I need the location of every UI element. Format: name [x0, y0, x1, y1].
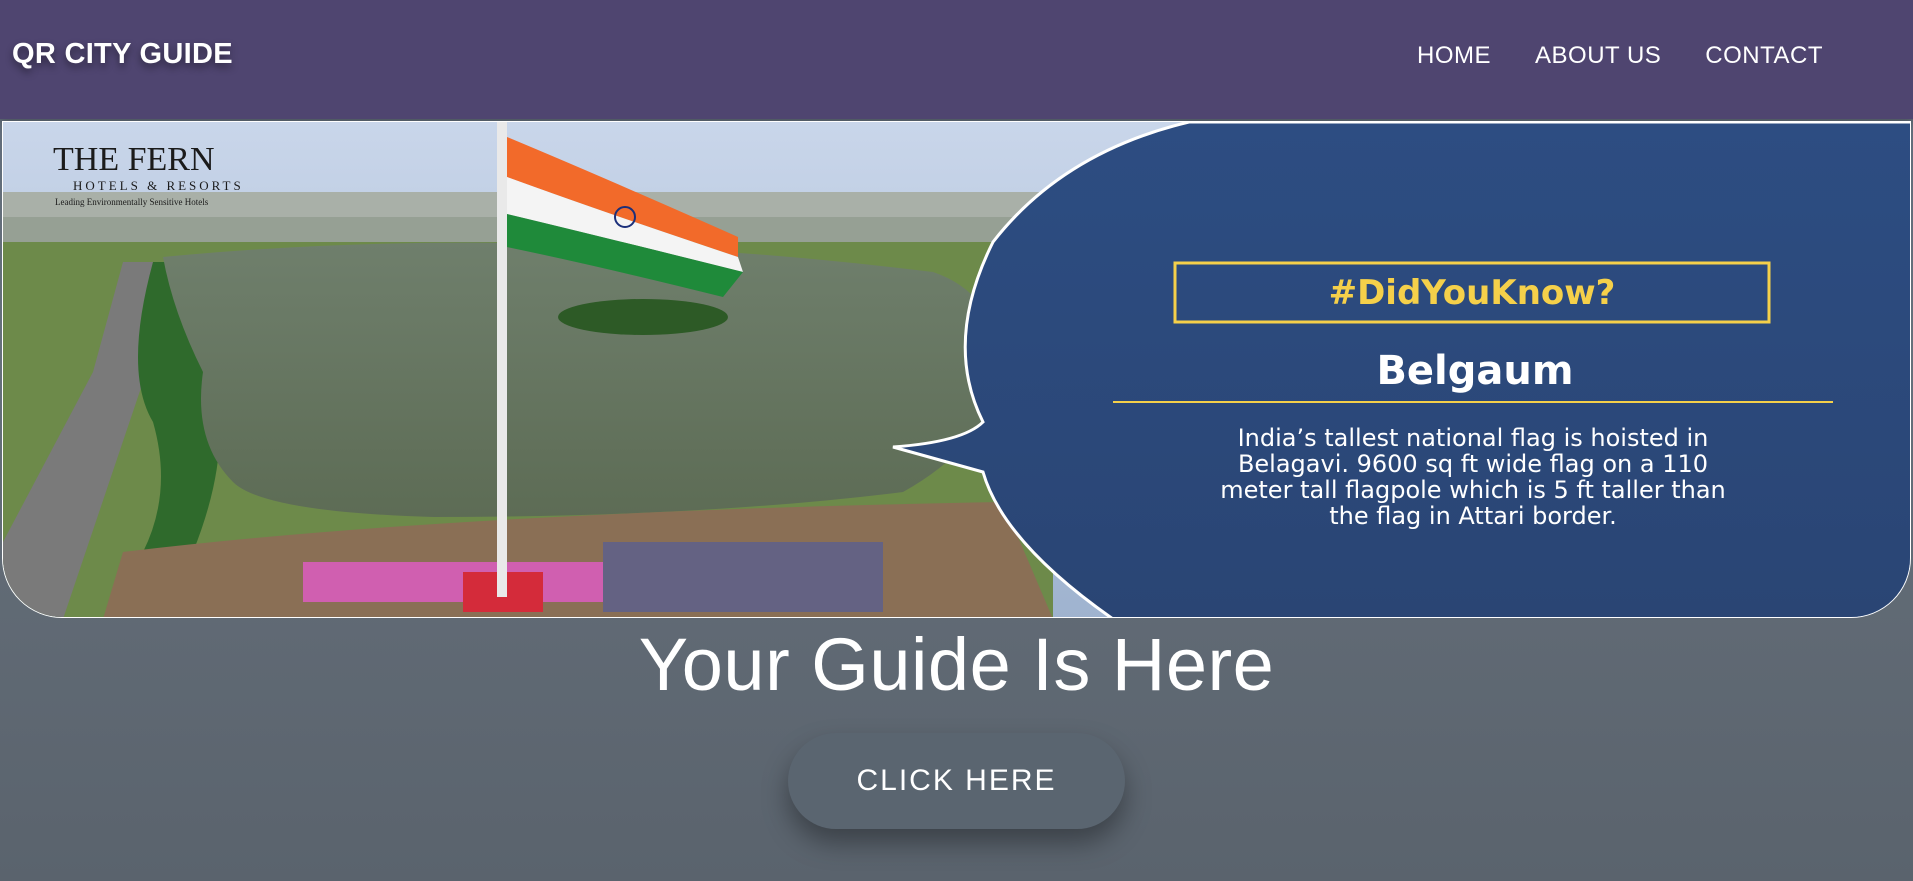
cta-container: CLICK HERE — [0, 733, 1913, 829]
hashtag-text: #DidYouKnow? — [1329, 273, 1616, 313]
banner-illustration: THE FERN HOTELS & RESORTS Leading Enviro… — [3, 122, 1910, 617]
fact-line-4: the flag in Attari border. — [1329, 502, 1617, 530]
island — [558, 299, 728, 335]
fact-line-1: India’s tallest national flag is hoisted… — [1238, 424, 1709, 452]
pink-stage — [303, 562, 603, 602]
site-brand[interactable]: QR CITY GUIDE — [12, 38, 233, 71]
logo-title: THE FERN — [53, 141, 215, 178]
navbar: QR CITY GUIDE HOME ABOUT US CONTACT — [0, 0, 1913, 119]
nav-link-contact[interactable]: CONTACT — [1705, 42, 1823, 70]
fact-line-2: Belagavi. 9600 sq ft wide flag on a 110 — [1238, 450, 1708, 478]
nav-link-home[interactable]: HOME — [1417, 42, 1491, 70]
click-here-button[interactable]: CLICK HERE — [788, 733, 1125, 829]
logo-tagline: Leading Environmentally Sensitive Hotels — [55, 197, 209, 207]
logo-subtitle: HOTELS & RESORTS — [73, 178, 244, 193]
main-nav: HOME ABOUT US CONTACT — [1417, 42, 1823, 70]
crowd — [603, 542, 883, 612]
flagpole — [497, 122, 507, 597]
hero-heading: Your Guide Is Here — [638, 623, 1275, 706]
hero-banner-image: THE FERN HOTELS & RESORTS Leading Enviro… — [2, 121, 1911, 618]
city-name: Belgaum — [1376, 348, 1573, 394]
nav-link-about-us[interactable]: ABOUT US — [1535, 42, 1661, 70]
fact-line-3: meter tall flagpole which is 5 ft taller… — [1220, 476, 1726, 504]
lake — [163, 242, 1003, 517]
